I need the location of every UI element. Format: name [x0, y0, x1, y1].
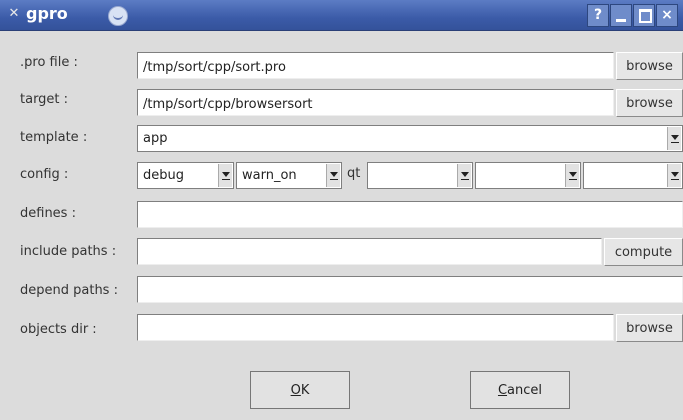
ok-label: K: [300, 383, 310, 398]
config-select-1[interactable]: [367, 162, 473, 189]
minimize-button[interactable]: [610, 4, 632, 27]
close-button[interactable]: ×: [656, 4, 678, 27]
config-select-3[interactable]: [583, 162, 683, 189]
pro-file-field[interactable]: /tmp/sort/cpp/sort.pro: [137, 52, 614, 79]
dropdown-arrow-icon[interactable]: [218, 164, 232, 187]
dropdown-arrow-icon[interactable]: [326, 164, 340, 187]
ok-button[interactable]: OK: [250, 371, 350, 409]
app-icon[interactable]: ✕: [6, 6, 22, 22]
config-select-2[interactable]: [475, 162, 581, 189]
config-label: config :: [20, 167, 69, 182]
window-title: gpro: [26, 4, 68, 23]
depend-paths-label: depend paths :: [20, 283, 118, 298]
config-debug-value: debug: [143, 168, 184, 183]
template-label: template :: [20, 130, 88, 145]
depend-paths-field[interactable]: [137, 276, 683, 303]
config-warn-value: warn_on: [242, 168, 297, 183]
pro-file-label: .pro file :: [20, 55, 78, 70]
help-button[interactable]: ?: [587, 4, 609, 27]
pro-file-browse-button[interactable]: browse: [616, 52, 683, 80]
template-value: app: [143, 131, 168, 146]
close-icon: ×: [661, 7, 673, 23]
config-debug-select[interactable]: debug: [137, 162, 234, 189]
ok-accel: O: [290, 383, 301, 398]
target-label: target :: [20, 92, 69, 107]
cancel-label: ancel: [507, 383, 543, 398]
target-field[interactable]: /tmp/sort/cpp/browsersort: [137, 89, 614, 116]
dropdown-arrow-icon[interactable]: [457, 164, 471, 187]
objects-dir-label: objects dir :: [20, 322, 97, 337]
defines-field[interactable]: [137, 201, 683, 228]
minimize-icon: [616, 19, 626, 22]
template-select[interactable]: app: [137, 125, 683, 152]
objects-dir-field[interactable]: [137, 314, 614, 341]
dropdown-arrow-icon[interactable]: [667, 164, 681, 187]
include-paths-field[interactable]: [137, 238, 602, 265]
objects-dir-browse-button[interactable]: browse: [616, 314, 683, 342]
config-qt-label: qt: [347, 166, 361, 181]
maximize-button[interactable]: [633, 4, 655, 27]
dropdown-arrow-icon[interactable]: [667, 127, 681, 150]
include-paths-label: include paths :: [20, 244, 117, 259]
shade-icon[interactable]: [108, 6, 128, 26]
config-warn-select[interactable]: warn_on: [236, 162, 342, 189]
help-icon: ?: [593, 7, 603, 23]
compute-button[interactable]: compute: [604, 238, 683, 266]
cancel-accel: C: [497, 383, 508, 398]
maximize-icon: [639, 9, 652, 23]
cancel-button[interactable]: Cancel: [470, 371, 570, 409]
target-browse-button[interactable]: browse: [616, 89, 683, 117]
title-bar[interactable]: ✕ gpro ? ×: [0, 0, 683, 31]
dropdown-arrow-icon[interactable]: [565, 164, 579, 187]
defines-label: defines :: [20, 206, 76, 221]
